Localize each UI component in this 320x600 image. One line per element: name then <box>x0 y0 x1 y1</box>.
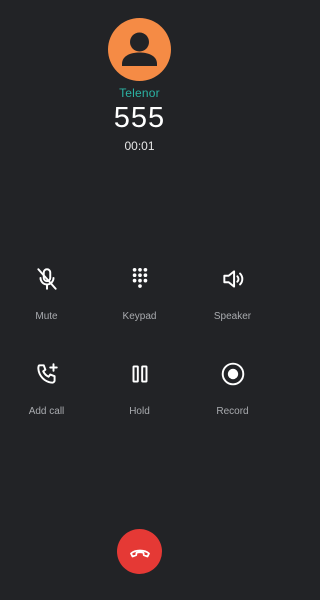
in-call-screen: Telenor 555 00:01 Mute Keypad Speaker Ad… <box>0 0 279 600</box>
record-label: Record <box>216 406 249 417</box>
phone-number: 555 <box>113 102 166 134</box>
pause-icon <box>127 361 153 387</box>
mute-label: Mute <box>35 311 58 322</box>
contact-avatar-icon <box>108 18 171 81</box>
speaker-button[interactable]: Speaker <box>186 266 279 346</box>
hold-label: Hold <box>129 406 150 417</box>
mute-button[interactable]: Mute <box>0 266 93 346</box>
add-call-button[interactable]: Add call <box>0 361 93 441</box>
end-call-button[interactable] <box>117 529 162 574</box>
record-icon <box>220 361 246 387</box>
hold-button[interactable]: Hold <box>93 361 186 441</box>
keypad-button[interactable]: Keypad <box>93 266 186 346</box>
record-button[interactable]: Record <box>186 361 279 441</box>
dialpad-icon <box>127 266 153 292</box>
keypad-label: Keypad <box>122 311 157 322</box>
add-call-label: Add call <box>28 406 65 417</box>
mic-off-icon <box>34 266 60 292</box>
carrier-label: Telenor <box>119 86 160 100</box>
speaker-icon <box>220 266 246 292</box>
hang-up-icon <box>129 549 150 558</box>
add-call-icon <box>34 361 60 387</box>
speaker-label: Speaker <box>213 311 252 322</box>
call-duration: 00:01 <box>124 139 155 153</box>
